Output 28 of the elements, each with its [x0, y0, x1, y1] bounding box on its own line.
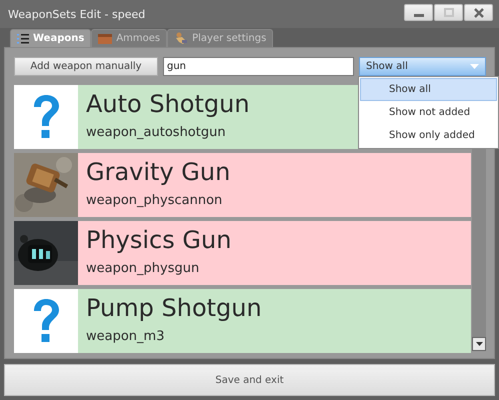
crate-icon [98, 33, 112, 44]
down-arrow-icon [476, 342, 482, 346]
dropdown-option[interactable]: Show all [360, 78, 497, 101]
weapon-class-name: weapon_m3 [86, 328, 164, 346]
weapon-row-background[interactable]: Physics Gun weapon_physgun [78, 221, 471, 285]
minimize-icon [414, 14, 424, 17]
save-and-exit-button[interactable]: Save and exit [4, 364, 495, 396]
weapon-row-background[interactable]: Pump Shotgun weapon_m3 [78, 289, 471, 353]
search-field[interactable]: gun [163, 57, 354, 76]
close-icon [474, 8, 484, 18]
list-icon [17, 32, 29, 44]
scroll-down-button[interactable] [472, 337, 486, 351]
weapon-name: Pump Shotgun [86, 293, 262, 324]
close-button[interactable] [464, 4, 493, 21]
caret-icon [470, 64, 479, 69]
weapon-class-name: weapon_physgun [86, 260, 200, 278]
maximize-icon [444, 8, 454, 17]
weapon-name: Physics Gun [86, 225, 232, 256]
weapon-class-name: weapon_autoshotgun [86, 124, 226, 142]
figure-icon [174, 32, 188, 45]
add-weapon-button[interactable]: Add weapon manually [14, 57, 158, 76]
weapon-row-background[interactable]: Gravity Gun weapon_physcannon [78, 153, 471, 217]
window-title: WeaponSets Edit - speed [8, 8, 146, 20]
weapon-name: Auto Shotgun [86, 89, 250, 120]
filter-dropdown[interactable]: Show all [359, 57, 486, 76]
minimize-button[interactable] [404, 4, 433, 21]
weapon-name: Gravity Gun [86, 157, 230, 188]
weapon-class-name: weapon_physcannon [86, 192, 222, 210]
